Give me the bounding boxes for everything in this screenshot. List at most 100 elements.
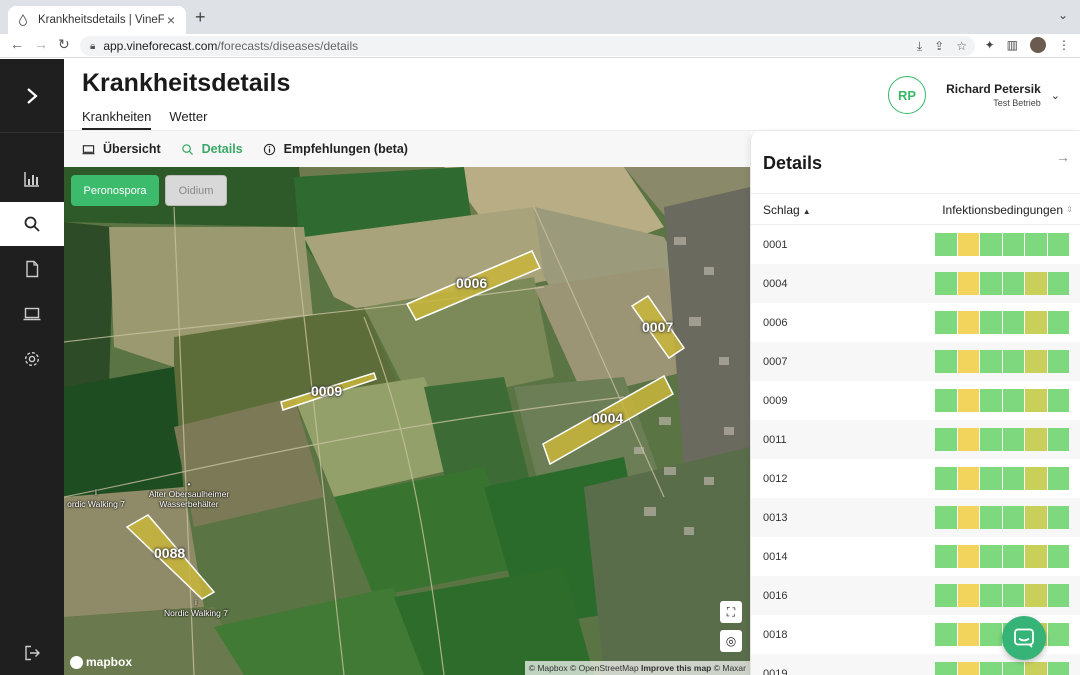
infection-cell[interactable] (1002, 311, 1024, 334)
infection-cell[interactable] (1047, 311, 1069, 334)
sidepanel-icon[interactable]: ▥ (1007, 38, 1018, 52)
sidebar-item-logout[interactable] (0, 631, 64, 675)
column-schlag[interactable]: Schlag ▲ (763, 203, 811, 217)
infection-cell[interactable] (1002, 467, 1024, 490)
infection-cell[interactable] (1002, 233, 1024, 256)
subtab-overview[interactable]: Übersicht (82, 142, 161, 156)
infection-cell[interactable] (935, 428, 957, 451)
infection-cell[interactable] (1002, 428, 1024, 451)
locate-icon[interactable]: ◎ (720, 630, 742, 652)
infection-cell[interactable] (957, 506, 979, 529)
new-tab-icon[interactable]: + (195, 7, 206, 28)
attrib-mapbox[interactable]: © Mapbox (529, 663, 568, 673)
infection-cell[interactable] (1047, 467, 1069, 490)
forward-icon[interactable]: → (34, 36, 48, 52)
infection-cell[interactable] (1047, 584, 1069, 607)
infection-cell[interactable] (1025, 350, 1047, 373)
table-row[interactable]: 0016 (751, 576, 1080, 615)
infection-cell[interactable] (980, 233, 1002, 256)
infection-cell[interactable] (980, 467, 1002, 490)
infection-cell[interactable] (980, 623, 1002, 646)
infection-cell[interactable] (1025, 584, 1047, 607)
table-row[interactable]: 0013 (751, 498, 1080, 537)
infection-cell[interactable] (1002, 662, 1024, 675)
infection-cell[interactable] (935, 467, 957, 490)
infection-cell[interactable] (1047, 545, 1069, 568)
sidebar-item-search[interactable] (0, 202, 64, 246)
infection-cell[interactable] (1047, 350, 1069, 373)
tab-krankheiten[interactable]: Krankheiten (82, 109, 152, 130)
column-infection[interactable]: Infektionsbedingungen (942, 203, 1063, 217)
sidebar-item-charts[interactable] (0, 157, 64, 201)
infection-cell[interactable] (1025, 389, 1047, 412)
infection-cell[interactable] (935, 506, 957, 529)
infection-cell[interactable] (957, 428, 979, 451)
close-tab-icon[interactable]: × (164, 12, 178, 28)
infection-cell[interactable] (957, 545, 979, 568)
plot-label-0007[interactable]: 0007 (642, 319, 673, 335)
plot-label-0006[interactable]: 0006 (456, 275, 487, 291)
infection-cell[interactable] (1047, 428, 1069, 451)
infection-cell[interactable] (1025, 428, 1047, 451)
expand-sidebar-icon[interactable] (0, 59, 64, 133)
url-input[interactable]: 🔒︎ app.vineforecast.com/forecasts/diseas… (80, 36, 975, 56)
infection-cell[interactable] (957, 623, 979, 646)
infection-cell[interactable] (1025, 233, 1047, 256)
user-menu[interactable]: RP Richard Petersik Test Betrieb ⌄ (888, 76, 1060, 114)
table-row[interactable]: 0011 (751, 420, 1080, 459)
infection-cell[interactable] (980, 545, 1002, 568)
infection-cell[interactable] (957, 272, 979, 295)
infection-cell[interactable] (1025, 545, 1047, 568)
share-icon[interactable]: ⇪ (934, 39, 944, 53)
star-icon[interactable]: ☆ (956, 39, 967, 53)
infection-cell[interactable] (1047, 662, 1069, 675)
extensions-icon[interactable]: ✦ (985, 38, 995, 52)
infection-cell[interactable] (1002, 506, 1024, 529)
install-icon[interactable]: ⤓ (917, 39, 922, 54)
back-icon[interactable]: ← (10, 36, 24, 52)
sidebar-item-overview[interactable] (0, 292, 64, 336)
table-row[interactable]: 0007 (751, 342, 1080, 381)
tab-wetter[interactable]: Wetter (169, 109, 207, 130)
infection-cell[interactable] (1002, 584, 1024, 607)
reload-icon[interactable]: ↻ (58, 36, 70, 53)
menu-icon[interactable]: ⋮ (1058, 38, 1070, 52)
table-row[interactable]: 0004 (751, 264, 1080, 303)
fullscreen-icon[interactable]: ⛶ (720, 601, 742, 623)
infection-cell[interactable] (935, 623, 957, 646)
sidebar-item-documents[interactable] (0, 247, 64, 291)
infection-cell[interactable] (1025, 662, 1047, 675)
infection-cell[interactable] (1025, 272, 1047, 295)
infection-cell[interactable] (935, 584, 957, 607)
peronospora-toggle[interactable]: Peronospora (71, 175, 159, 206)
infection-cell[interactable] (1025, 467, 1047, 490)
attrib-improve[interactable]: Improve this map (641, 663, 711, 673)
infection-cell[interactable] (935, 311, 957, 334)
infection-cell[interactable] (1047, 506, 1069, 529)
attrib-osm[interactable]: © OpenStreetMap (570, 663, 639, 673)
infection-cell[interactable] (935, 662, 957, 675)
avatar[interactable]: RP (888, 76, 927, 114)
infection-cell[interactable] (1002, 545, 1024, 568)
subtab-recommendations[interactable]: Empfehlungen (beta) (263, 142, 408, 156)
infection-cell[interactable] (1025, 311, 1047, 334)
browser-tab[interactable]: Krankheitsdetails | VineForecast × (8, 6, 186, 34)
table-row[interactable]: 0009 (751, 381, 1080, 420)
infection-cell[interactable] (957, 389, 979, 412)
table-row[interactable]: 0012 (751, 459, 1080, 498)
infection-cell[interactable] (980, 272, 1002, 295)
mapbox-logo[interactable]: mapbox (70, 655, 132, 669)
infection-cell[interactable] (957, 233, 979, 256)
infection-cell[interactable] (957, 311, 979, 334)
arrow-right-icon[interactable]: → (1056, 149, 1070, 165)
infection-cell[interactable] (935, 233, 957, 256)
table-row[interactable]: 0014 (751, 537, 1080, 576)
infection-cell[interactable] (1047, 272, 1069, 295)
infection-cell[interactable] (1002, 350, 1024, 373)
profile-avatar[interactable] (1030, 37, 1046, 53)
plot-label-0004[interactable]: 0004 (592, 410, 623, 426)
infection-cell[interactable] (1025, 506, 1047, 529)
infection-cell[interactable] (980, 584, 1002, 607)
sort-icon[interactable]: ⇕ (1066, 205, 1073, 214)
attrib-maxar[interactable]: © Maxar (714, 663, 746, 673)
